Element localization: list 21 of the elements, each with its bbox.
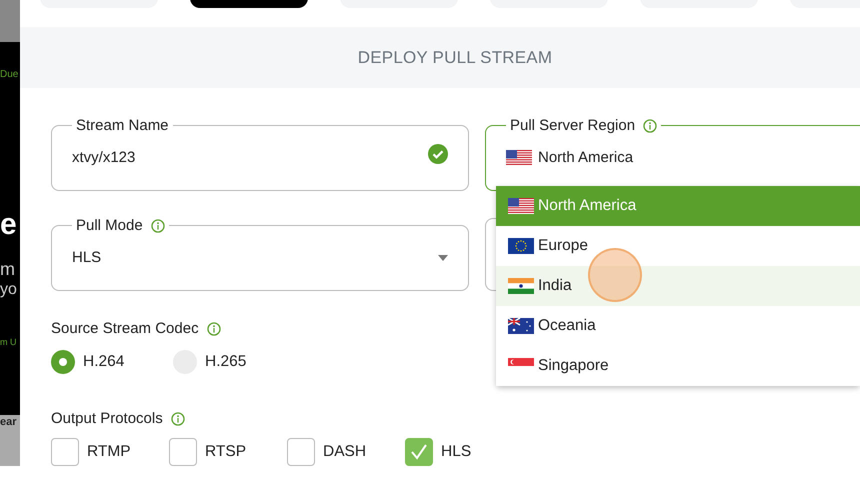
section-label: Output Protocols (51, 408, 163, 428)
checkbox-label: HLS (441, 442, 472, 462)
checkbox-label: RTSP (205, 442, 246, 462)
field-value: HLS (72, 248, 102, 268)
background-text: e (0, 210, 18, 240)
field-label: Pull Mode (76, 218, 143, 233)
background-text: yo (0, 282, 18, 298)
checkbox-label: RTMP (87, 442, 131, 462)
radio-label: H.264 (83, 352, 124, 372)
background-text: Due (0, 70, 20, 80)
field-label: Stream Name (76, 118, 169, 133)
dialog-title: DEPLOY PULL STREAM (358, 46, 552, 69)
background-text: m (0, 260, 16, 278)
checkbox-label: DASH (323, 442, 366, 462)
field-value: North America (538, 148, 634, 168)
section-label: Source Stream Codec (51, 319, 199, 339)
background-text: m U (0, 338, 18, 347)
background-text: ear (0, 417, 18, 428)
field-value: xtvy/x123 (72, 148, 136, 168)
radio-label: H.265 (205, 352, 246, 372)
field-label: Pull Server Region (510, 118, 636, 133)
